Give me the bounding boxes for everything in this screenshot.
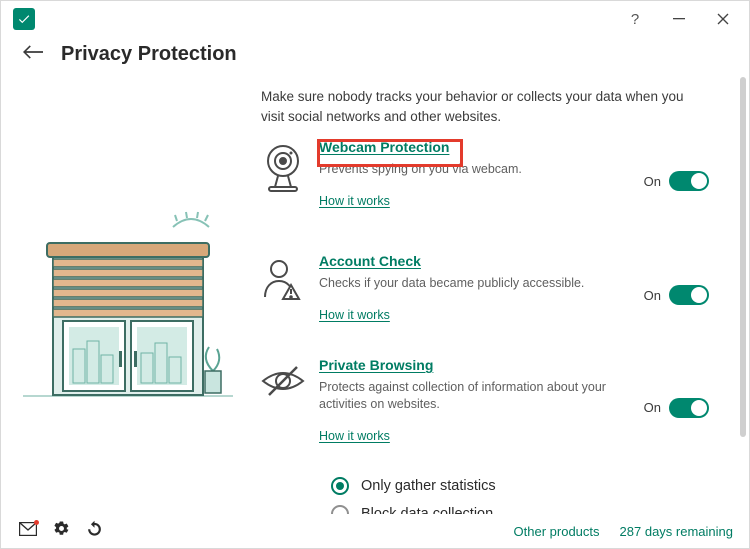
private-desc: Protects against collection of informati…: [319, 379, 619, 413]
close-button[interactable]: [701, 1, 745, 37]
feature-private-browsing: Private Browsing Protects against collec…: [261, 357, 709, 445]
webcam-protection-link[interactable]: Webcam Protection: [319, 139, 449, 155]
webcam-state-label: On: [644, 174, 661, 189]
feature-account-check: Account Check Checks if your data became…: [261, 253, 709, 324]
account-check-icon: [261, 253, 319, 324]
page-header: Privacy Protection: [1, 37, 749, 80]
webcam-how-it-works-link[interactable]: How it works: [319, 194, 390, 208]
account-toggle[interactable]: [669, 285, 709, 305]
window-controls: ?: [613, 1, 745, 37]
back-button[interactable]: [23, 44, 43, 65]
private-toggle[interactable]: [669, 398, 709, 418]
app-logo-icon: [13, 8, 35, 30]
radio-only-gather-statistics[interactable]: Only gather statistics: [331, 477, 496, 495]
private-browsing-options: Only gather statistics Block data collec…: [331, 477, 496, 514]
privacy-illustration: [23, 195, 233, 415]
account-how-it-works-link[interactable]: How it works: [319, 308, 390, 322]
help-button[interactable]: ?: [613, 1, 657, 37]
refresh-icon[interactable]: [86, 520, 103, 542]
radio-icon: [331, 505, 349, 514]
account-state-label: On: [644, 288, 661, 303]
webcam-toggle[interactable]: [669, 171, 709, 191]
page-title: Privacy Protection: [61, 43, 237, 66]
private-how-it-works-link[interactable]: How it works: [319, 429, 390, 443]
days-remaining-label[interactable]: 287 days remaining: [620, 524, 733, 539]
other-products-link[interactable]: Other products: [514, 524, 600, 539]
gear-icon[interactable]: [53, 520, 70, 542]
webcam-desc: Prevents spying on you via webcam.: [319, 161, 619, 178]
content-area: Make sure nobody tracks your behavior or…: [1, 77, 749, 514]
scrollbar[interactable]: [740, 77, 746, 437]
intro-text: Make sure nobody tracks your behavior or…: [261, 87, 709, 126]
private-browsing-link[interactable]: Private Browsing: [319, 357, 433, 373]
radio-label: Only gather statistics: [361, 478, 496, 494]
title-bar: ?: [1, 1, 749, 37]
account-check-link[interactable]: Account Check: [319, 253, 421, 269]
account-desc: Checks if your data became publicly acce…: [319, 275, 619, 292]
radio-block-data-collection[interactable]: Block data collection: [331, 505, 496, 514]
radio-label: Block data collection: [361, 506, 493, 514]
radio-icon: [331, 477, 349, 495]
minimize-button[interactable]: [657, 1, 701, 37]
webcam-icon: [261, 139, 319, 210]
private-state-label: On: [644, 400, 661, 415]
feature-webcam-protection: Webcam Protection Prevents spying on you…: [261, 139, 709, 210]
mail-icon[interactable]: [19, 522, 37, 541]
footer-bar: Other products 287 days remaining: [1, 514, 749, 548]
private-browsing-icon: [261, 357, 319, 445]
